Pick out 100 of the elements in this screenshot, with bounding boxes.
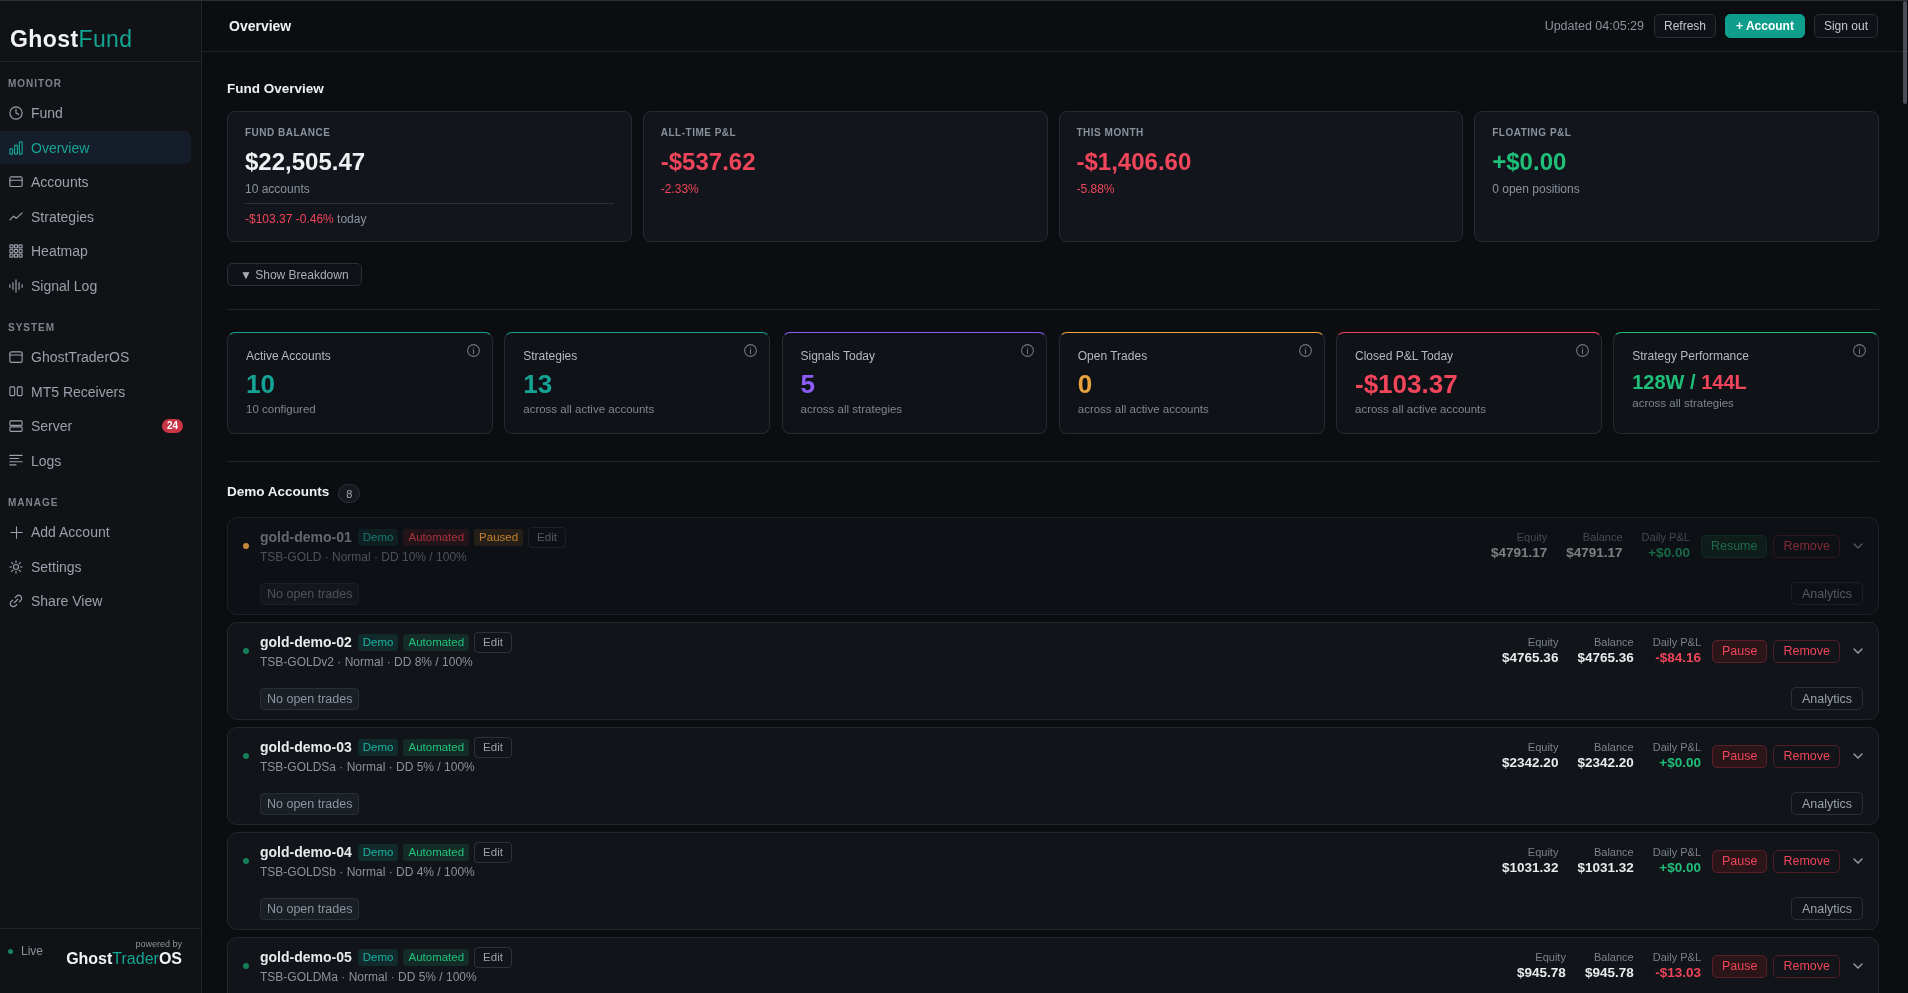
sidebar-item[interactable]: Share View — [0, 584, 191, 618]
list-lines-icon — [9, 454, 23, 467]
account-tag: Paused — [474, 528, 524, 546]
count-badge: 8 — [338, 484, 361, 503]
plus-icon — [9, 525, 23, 539]
pause-button[interactable]: Pause — [1712, 954, 1768, 978]
stat-value: 0 — [1077, 368, 1093, 399]
sidebar-item[interactable]: Strategies — [0, 200, 191, 233]
stat-label: Signals Today — [800, 347, 875, 364]
edit-button[interactable]: Edit — [474, 946, 512, 968]
sign-out-button[interactable]: Sign out — [1813, 14, 1878, 38]
card-label: FUND BALANCE — [245, 126, 331, 140]
info-icon[interactable] — [744, 343, 757, 357]
analytics-button[interactable]: Analytics — [1790, 687, 1863, 710]
sidebar-item[interactable]: Logs — [0, 444, 191, 477]
edit-button[interactable]: Edit — [474, 631, 512, 653]
stat-value: -$84.16 — [1655, 649, 1701, 668]
chevron-down-icon[interactable] — [1853, 858, 1863, 865]
sidebar-item[interactable]: Overview — [0, 131, 191, 164]
info-icon[interactable] — [1853, 343, 1866, 357]
sidebar-item[interactable]: Accounts — [0, 165, 191, 199]
grid-icon — [9, 244, 23, 258]
info-icon[interactable] — [466, 343, 480, 357]
account-tag: Automated — [403, 843, 470, 861]
edit-button[interactable]: Edit — [474, 736, 512, 758]
stat-label: Closed P&L Today — [1355, 347, 1454, 364]
analytics-button[interactable]: Analytics — [1790, 897, 1863, 920]
edit-button[interactable]: Edit — [474, 841, 512, 863]
waveform-icon — [9, 278, 23, 293]
wallet-icon — [9, 176, 23, 188]
account-tag: Demo — [357, 738, 399, 756]
stat-value: 13 — [523, 368, 553, 399]
sidebar-item[interactable]: Settings — [0, 550, 191, 583]
analytics-button[interactable]: Analytics — [1790, 792, 1863, 815]
page-title: Overview — [229, 18, 292, 34]
stat-label: Balance — [1593, 740, 1634, 755]
account-tag: Automated — [403, 633, 470, 651]
account-tag: Automated — [403, 738, 470, 756]
open-trades-status: No open trades — [260, 897, 360, 920]
remove-button[interactable]: Remove — [1773, 954, 1840, 978]
clock-icon — [9, 106, 23, 120]
stat-note: across all active accounts — [1077, 401, 1209, 417]
pause-button[interactable]: Pause — [1712, 849, 1768, 873]
card-label: ALL-TIME P&L — [660, 126, 737, 140]
nav-section-heading: MONITOR — [7, 76, 64, 90]
stat-label: Balance — [1593, 845, 1634, 860]
updated-time: Updated 04:05:29 — [1544, 19, 1644, 33]
footer-logo: GhostTraderOS — [66, 950, 182, 967]
info-icon[interactable] — [1575, 343, 1589, 357]
stat-value: $2342.20 — [1577, 754, 1634, 773]
stat-value: $2342.20 — [1502, 754, 1559, 773]
card-label: FLOATING P&L — [1492, 126, 1572, 140]
trend-line-icon — [9, 212, 23, 221]
stat-note: across all strategies — [1632, 395, 1734, 411]
account-tag: Demo — [357, 948, 399, 966]
stat-label: Daily P&L — [1652, 740, 1701, 755]
sidebar-item[interactable]: MT5 Receivers — [0, 375, 191, 408]
sidebar-item[interactable]: Add Account — [0, 515, 191, 549]
section-title: Fund Overview — [227, 80, 324, 98]
stat-value: -$13.03 — [1655, 964, 1701, 983]
remove-button[interactable]: Remove — [1773, 744, 1840, 768]
pause-button[interactable]: Pause — [1712, 744, 1768, 768]
card-note: -2.33% — [660, 181, 699, 197]
stat-label: Strategy Performance — [1632, 347, 1749, 364]
sidebar-item[interactable]: Signal Log — [0, 269, 191, 302]
refresh-button[interactable]: Refresh — [1654, 14, 1717, 38]
show-breakdown-button[interactable]: ▼ Show Breakdown — [227, 263, 362, 286]
stat-value: 10 — [246, 368, 275, 399]
stat-label: Daily P&L — [1652, 845, 1701, 860]
browser-window-icon — [9, 350, 23, 364]
stat-value: $945.78 — [1517, 964, 1566, 983]
stat-label: Equity — [1527, 740, 1559, 755]
account-details: TSB-GOLDSb · Normal · DD 4% / 100% — [260, 864, 475, 881]
remove-button[interactable]: Remove — [1773, 849, 1840, 873]
stat-label: Daily P&L — [1641, 530, 1690, 545]
account-tag: Demo — [357, 528, 399, 546]
account-tag: Demo — [357, 633, 399, 651]
remove-button[interactable]: Remove — [1773, 639, 1840, 663]
stat-note: 10 configured — [246, 401, 316, 417]
sidebar-item[interactable]: Server 24 — [0, 409, 191, 443]
sidebar-item[interactable]: Fund — [0, 96, 191, 130]
info-icon[interactable] — [1021, 343, 1035, 357]
stat-value: 5 — [800, 368, 815, 399]
account-name: gold-demo-02 — [260, 634, 352, 650]
link-icon — [9, 594, 23, 608]
account-details: TSB-GOLD · Normal · DD 10% / 100% — [260, 549, 467, 566]
sidebar-item[interactable]: Heatmap — [0, 234, 191, 268]
stat-label: Equity — [1535, 950, 1566, 965]
stat-note: across all active accounts — [1355, 401, 1487, 417]
open-trades-status: No open trades — [260, 687, 360, 710]
chevron-down-icon[interactable] — [1853, 963, 1863, 970]
chevron-down-icon[interactable] — [1853, 753, 1863, 760]
info-icon[interactable] — [1298, 343, 1312, 357]
stat-label: Balance — [1593, 950, 1634, 965]
pause-button[interactable]: Pause — [1712, 639, 1768, 663]
chevron-down-icon[interactable] — [1853, 648, 1863, 655]
sidebar-item[interactable]: GhostTraderOS — [0, 340, 191, 374]
stat-label: Active Accounts — [246, 347, 331, 364]
stat-label: Equity — [1527, 635, 1559, 650]
scrollbar-thumb[interactable] — [1903, 1, 1907, 104]
